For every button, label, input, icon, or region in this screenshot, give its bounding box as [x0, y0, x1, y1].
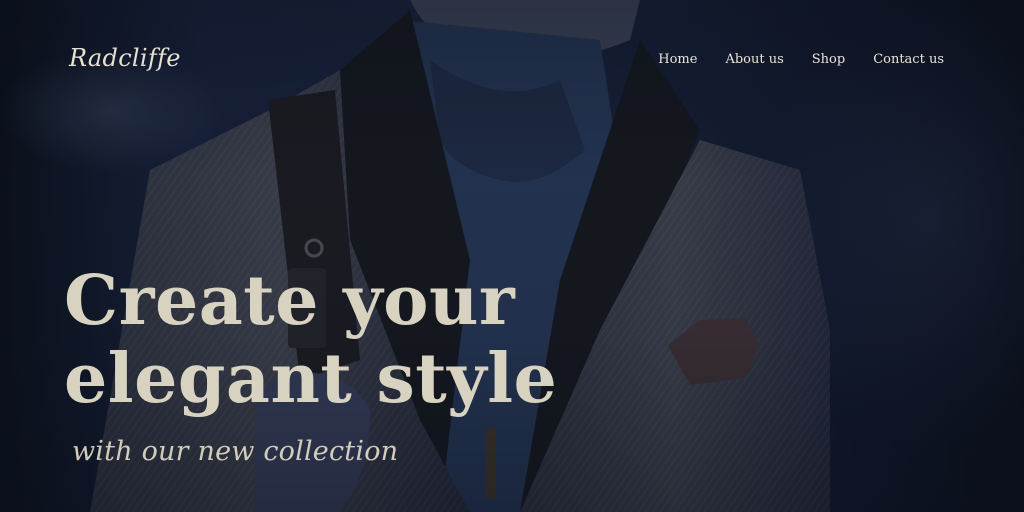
brand-logo[interactable]: Radcliffe — [69, 44, 181, 72]
nav-link-shop[interactable]: Shop — [812, 52, 845, 67]
hero-headline-line-1: Create your — [64, 261, 516, 341]
hero-subheadline: with our new collection — [72, 436, 399, 467]
hero-headline-line-2: elegant style — [64, 339, 558, 419]
hero-headline: Create your elegant style — [64, 262, 557, 418]
nav-link-about-us[interactable]: About us — [725, 52, 783, 67]
main-navigation: Home About us Shop Contact us — [658, 52, 944, 67]
nav-link-contact-us[interactable]: Contact us — [873, 52, 944, 67]
nav-link-home[interactable]: Home — [658, 52, 697, 67]
